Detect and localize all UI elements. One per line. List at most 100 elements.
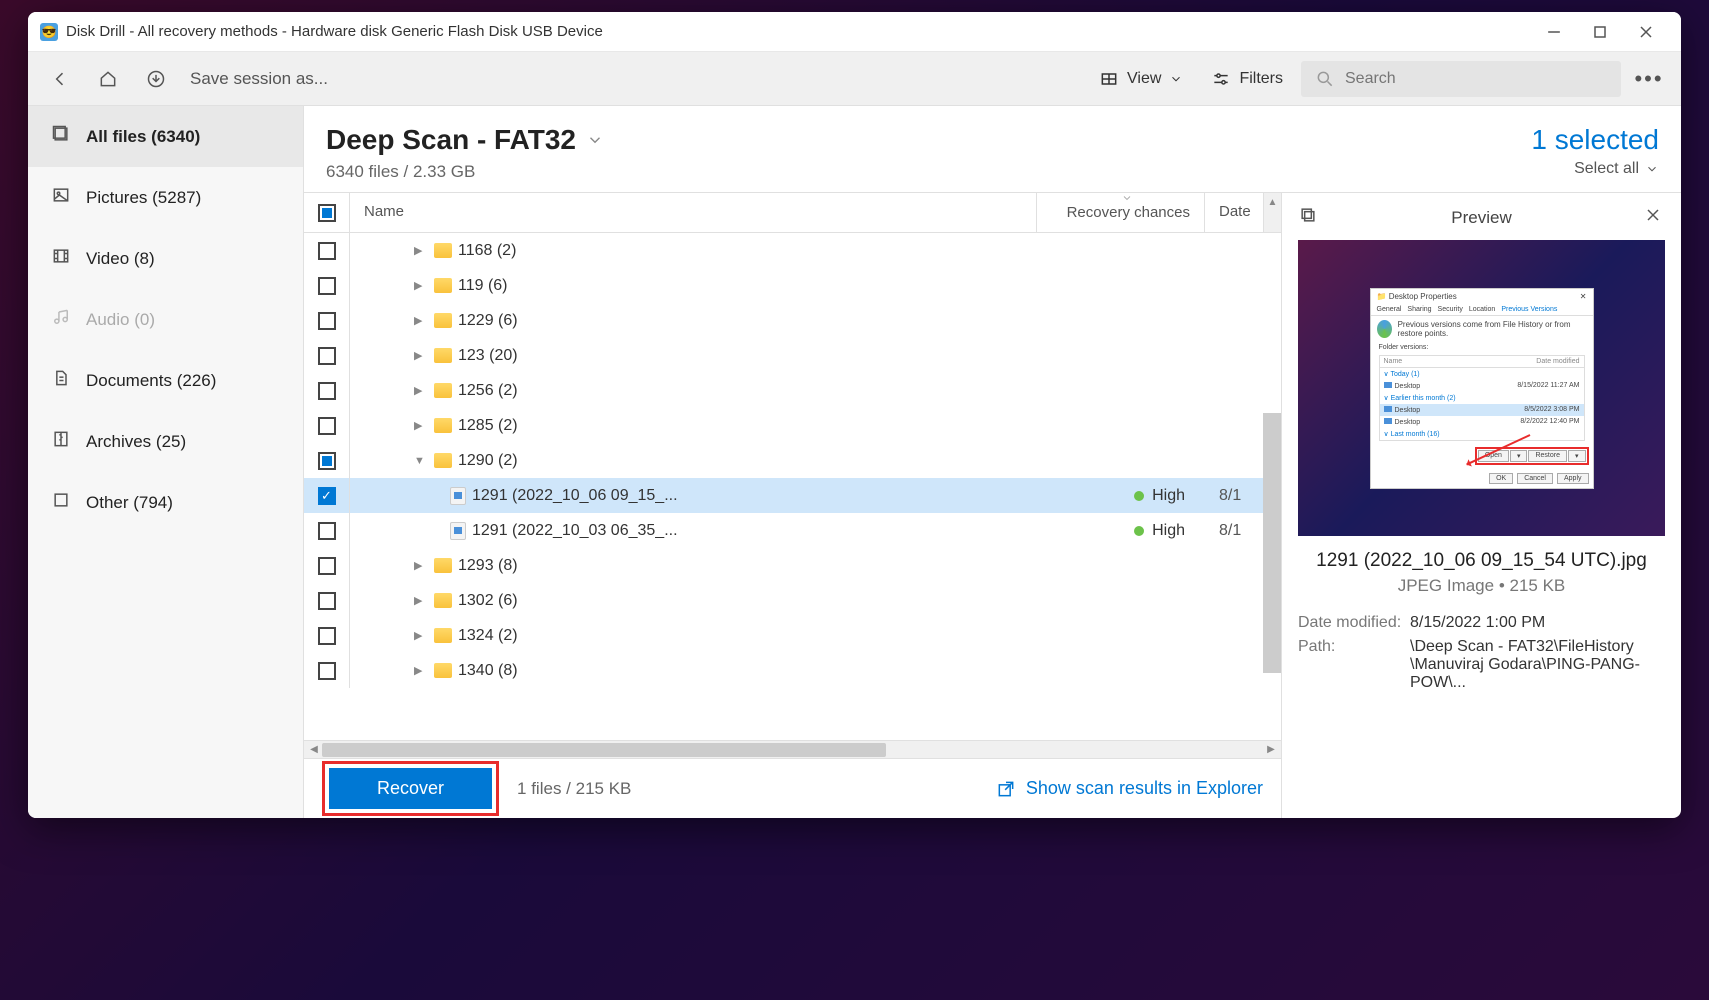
show-in-explorer-link[interactable]: Show scan results in Explorer bbox=[996, 778, 1263, 799]
sidebar-item-all-files[interactable]: All files (6340) bbox=[28, 106, 303, 167]
sidebar-item-other[interactable]: Other (794) bbox=[28, 472, 303, 533]
expand-arrow[interactable]: ▶ bbox=[414, 384, 428, 397]
save-session-button[interactable]: Save session as... bbox=[190, 69, 328, 89]
preview-close-button[interactable] bbox=[1643, 205, 1665, 230]
chevron-down-icon bbox=[1645, 162, 1659, 176]
expand-arrow[interactable]: ▶ bbox=[414, 594, 428, 607]
folder-icon bbox=[434, 313, 452, 328]
more-button[interactable]: ••• bbox=[1629, 59, 1669, 99]
home-button[interactable] bbox=[88, 59, 128, 99]
vertical-scrollbar[interactable] bbox=[1263, 413, 1281, 673]
preview-title: Preview bbox=[1320, 208, 1643, 228]
selected-count: 1 selected bbox=[1531, 124, 1659, 156]
sidebar: All files (6340) Pictures (5287) Video (… bbox=[28, 106, 304, 818]
folder-name: 1285 (2) bbox=[458, 417, 518, 435]
folder-row[interactable]: ▶ 1285 (2) bbox=[304, 408, 1281, 443]
file-row[interactable]: 1291 (2022_10_06 09_15_... High8/1 bbox=[304, 478, 1281, 513]
column-recovery[interactable]: Recovery chances bbox=[1037, 193, 1205, 232]
minimize-button[interactable] bbox=[1531, 12, 1577, 52]
scroll-up-arrow[interactable]: ▲ bbox=[1263, 193, 1281, 232]
row-checkbox[interactable] bbox=[304, 373, 350, 408]
file-date: 8/1 bbox=[1205, 487, 1263, 505]
preview-filename: 1291 (2022_10_06 09_15_54 UTC).jpg bbox=[1298, 550, 1665, 572]
folder-row[interactable]: ▶ 1293 (8) bbox=[304, 548, 1281, 583]
row-checkbox[interactable] bbox=[304, 443, 350, 478]
row-checkbox[interactable] bbox=[304, 233, 350, 268]
folder-name: 1340 (8) bbox=[458, 662, 518, 680]
folder-name: 1168 (2) bbox=[458, 242, 516, 260]
sidebar-item-archives[interactable]: Archives (25) bbox=[28, 411, 303, 472]
scan-title[interactable]: Deep Scan - FAT32 bbox=[326, 124, 1531, 156]
back-button[interactable] bbox=[40, 59, 80, 99]
select-all-button[interactable]: Select all bbox=[1574, 160, 1659, 178]
app-icon: 😎 bbox=[40, 23, 58, 41]
file-row[interactable]: 1291 (2022_10_03 06_35_...High8/1 bbox=[304, 513, 1281, 548]
filters-button[interactable]: Filters bbox=[1201, 69, 1293, 89]
folder-icon bbox=[434, 453, 452, 468]
header-checkbox[interactable] bbox=[304, 193, 350, 232]
folder-row[interactable]: ▶1324 (2) bbox=[304, 618, 1281, 653]
row-checkbox[interactable] bbox=[304, 653, 350, 688]
folder-name: 123 (20) bbox=[458, 347, 518, 365]
column-date[interactable]: Date bbox=[1205, 193, 1263, 232]
sidebar-item-pictures[interactable]: Pictures (5287) bbox=[28, 167, 303, 228]
sort-icon bbox=[1121, 193, 1133, 204]
folder-name: 1293 (8) bbox=[458, 557, 518, 575]
row-checkbox[interactable] bbox=[304, 303, 350, 338]
expand-arrow[interactable]: ▶ bbox=[414, 314, 428, 327]
path-label: Path: bbox=[1298, 638, 1410, 692]
sidebar-item-audio[interactable]: Audio (0) bbox=[28, 289, 303, 350]
expand-arrow[interactable]: ▶ bbox=[414, 629, 428, 642]
row-checkbox[interactable] bbox=[304, 478, 350, 513]
folder-name: 119 (6) bbox=[458, 277, 508, 295]
folder-row[interactable]: ▼1290 (2) bbox=[304, 443, 1281, 478]
file-date: 8/1 bbox=[1205, 522, 1263, 540]
expand-arrow[interactable]: ▶ bbox=[414, 244, 428, 257]
download-icon[interactable] bbox=[136, 59, 176, 99]
folder-row[interactable]: ▶ 119 (6) bbox=[304, 268, 1281, 303]
maximize-button[interactable] bbox=[1577, 12, 1623, 52]
search-input[interactable] bbox=[1345, 70, 1607, 88]
grid-icon bbox=[1099, 69, 1119, 89]
view-dropdown[interactable]: View bbox=[1089, 69, 1193, 89]
folder-row[interactable]: ▶ 1168 (2) bbox=[304, 233, 1281, 268]
close-button[interactable] bbox=[1623, 12, 1669, 52]
expand-arrow[interactable]: ▶ bbox=[414, 664, 428, 677]
file-name: 1291 (2022_10_06 09_15_... bbox=[472, 487, 678, 505]
sliders-icon bbox=[1211, 69, 1231, 89]
column-name[interactable]: Name bbox=[350, 193, 1037, 232]
expand-arrow[interactable]: ▶ bbox=[414, 349, 428, 362]
expand-arrow[interactable]: ▼ bbox=[414, 455, 428, 467]
preview-meta: JPEG Image • 215 KB bbox=[1298, 576, 1665, 596]
folder-row[interactable]: ▶1229 (6) bbox=[304, 303, 1281, 338]
toolbar: Save session as... View Filters ••• bbox=[28, 52, 1681, 106]
row-checkbox[interactable] bbox=[304, 618, 350, 653]
folder-icon bbox=[434, 243, 452, 258]
row-checkbox[interactable] bbox=[304, 338, 350, 373]
expand-arrow[interactable]: ▶ bbox=[414, 559, 428, 572]
external-link-icon bbox=[996, 779, 1016, 799]
row-checkbox[interactable] bbox=[304, 583, 350, 618]
row-checkbox[interactable] bbox=[304, 548, 350, 583]
folder-row[interactable]: ▶ 1340 (8) bbox=[304, 653, 1281, 688]
row-checkbox[interactable] bbox=[304, 268, 350, 303]
folder-icon bbox=[434, 628, 452, 643]
folder-row[interactable]: ▶ 123 (20) bbox=[304, 338, 1281, 373]
row-checkbox[interactable] bbox=[304, 408, 350, 443]
image-file-icon bbox=[450, 487, 466, 505]
folder-icon bbox=[434, 383, 452, 398]
sidebar-item-documents[interactable]: Documents (226) bbox=[28, 350, 303, 411]
recover-button[interactable]: Recover bbox=[329, 768, 492, 809]
document-icon bbox=[50, 368, 72, 393]
row-checkbox[interactable] bbox=[304, 513, 350, 548]
folder-row[interactable]: ▶1302 (6) bbox=[304, 583, 1281, 618]
folder-row[interactable]: ▶1256 (2) bbox=[304, 373, 1281, 408]
expand-arrow[interactable]: ▶ bbox=[414, 419, 428, 432]
recovery-chance: High bbox=[1037, 487, 1205, 505]
search-box[interactable] bbox=[1301, 61, 1621, 97]
horizontal-scrollbar[interactable]: ◀ ▶ bbox=[304, 740, 1281, 758]
image-file-icon bbox=[450, 522, 466, 540]
preview-copy-icon[interactable] bbox=[1298, 205, 1320, 230]
sidebar-item-video[interactable]: Video (8) bbox=[28, 228, 303, 289]
expand-arrow[interactable]: ▶ bbox=[414, 279, 428, 292]
